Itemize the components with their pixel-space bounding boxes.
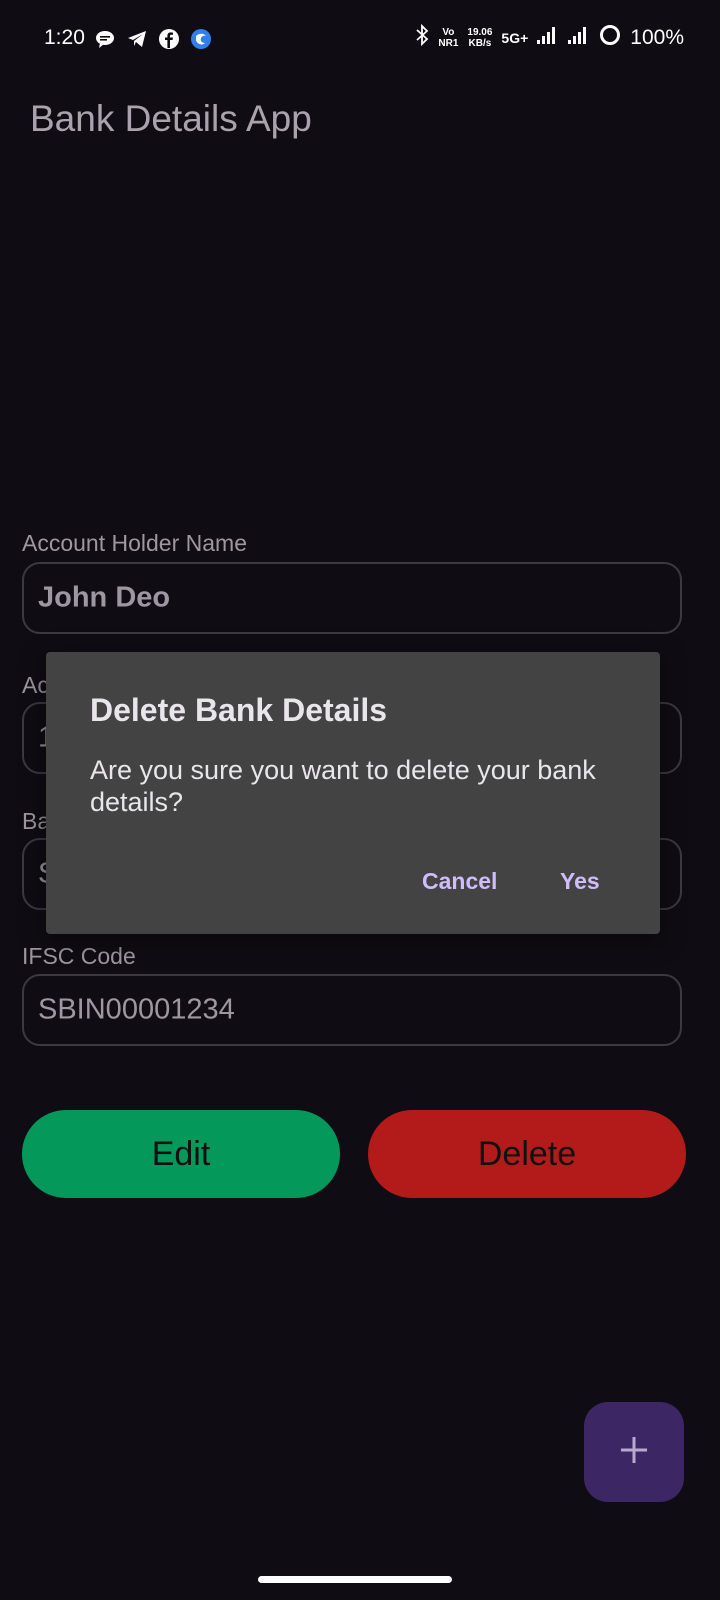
- volte-top: Vo: [442, 26, 455, 38]
- add-fab-button[interactable]: [584, 1402, 684, 1502]
- speed-value: 19.06: [467, 26, 493, 38]
- dialog-title: Delete Bank Details: [90, 692, 388, 728]
- network-type: 5G+: [501, 29, 529, 46]
- ifsc-field[interactable]: SBIN00001234: [22, 974, 682, 1046]
- app-title: Bank Details App: [30, 98, 312, 139]
- notification-icons: [94, 28, 212, 50]
- dialog-message: Are you sure you want to delete your ban…: [90, 755, 596, 817]
- ifsc-value: SBIN00001234: [38, 993, 235, 1026]
- account-holder-field[interactable]: John Deo: [22, 562, 682, 634]
- status-right-icons: Vo NR1 19.06 KB/s 5G+ 100%: [415, 23, 684, 51]
- battery-icon: [599, 24, 621, 51]
- app-notification-icon: [190, 28, 212, 50]
- volte-indicator: Vo NR1: [438, 27, 458, 49]
- account-number-label: Ac: [22, 672, 49, 698]
- network-speed: 19.06 KB/s: [467, 27, 492, 49]
- status-bar: 1:20 Vo NR1 19.06 KB/s 5G+ 100%: [0, 0, 720, 84]
- signal-icon: [537, 26, 559, 49]
- edit-button[interactable]: Edit: [22, 1110, 340, 1198]
- delete-confirmation-dialog: Delete Bank Details Are you sure you wan…: [46, 652, 660, 934]
- battery-percentage: 100%: [630, 25, 684, 49]
- telegram-icon: [126, 28, 148, 50]
- screen: 1:20 Vo NR1 19.06 KB/s 5G+ 100% Bank Det…: [0, 0, 720, 1600]
- bluetooth-icon: [415, 23, 429, 51]
- home-indicator[interactable]: [258, 1576, 452, 1583]
- chat-bubble-icon: [94, 28, 116, 50]
- status-time: 1:20: [44, 26, 85, 49]
- signal-icon-2: [568, 26, 590, 49]
- delete-button[interactable]: Delete: [368, 1110, 686, 1198]
- ifsc-label: IFSC Code: [22, 943, 136, 969]
- dialog-yes-button[interactable]: Yes: [560, 868, 600, 895]
- plus-icon: [619, 1435, 649, 1470]
- facebook-icon: [158, 28, 180, 50]
- dialog-cancel-button[interactable]: Cancel: [422, 868, 497, 895]
- speed-unit: KB/s: [468, 37, 492, 49]
- account-holder-value: John Deo: [38, 581, 171, 614]
- volte-bottom: NR1: [438, 37, 459, 49]
- account-holder-label: Account Holder Name: [22, 530, 247, 556]
